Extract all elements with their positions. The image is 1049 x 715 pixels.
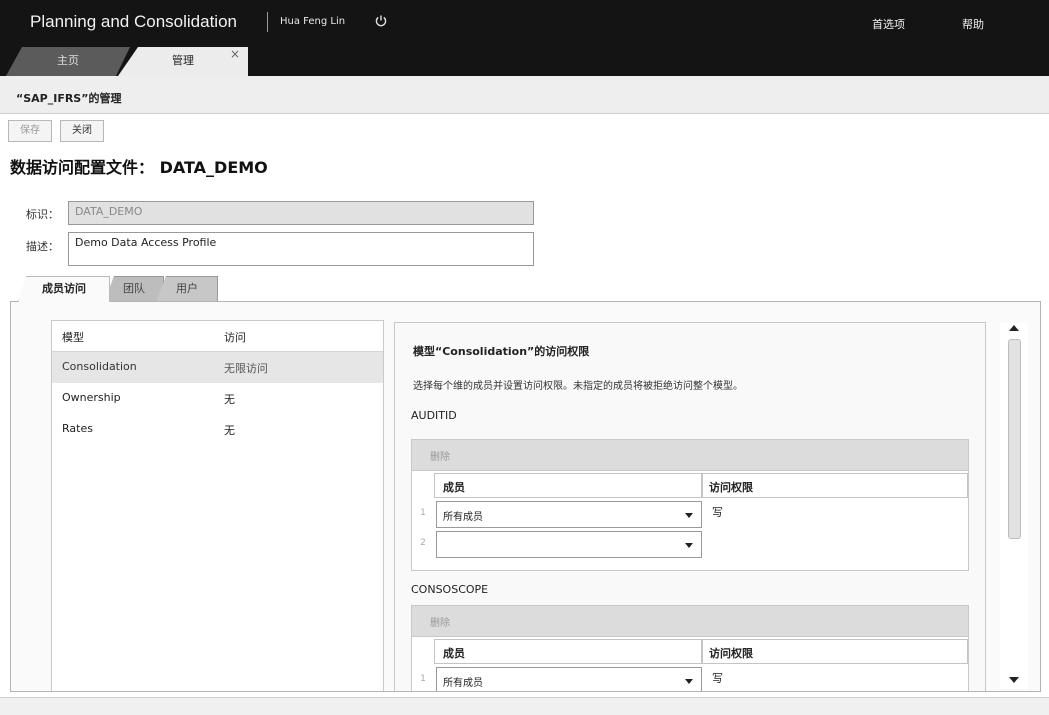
access-detail-panel: 模型“Consolidation”的访问权限 选择每个维的成员并设置访问权限。未…: [394, 322, 986, 691]
description-field[interactable]: Demo Data Access Profile: [68, 232, 534, 266]
delete-button[interactable]: 删除: [430, 614, 450, 629]
member-select-value: 所有成员: [443, 512, 483, 523]
model-table: 模型 访问 Consolidation 无限访问 Ownership 无 Rat…: [51, 320, 384, 691]
app-title: Planning and Consolidation: [30, 12, 237, 31]
preferences-link[interactable]: 首选项: [872, 16, 905, 32]
member-access-panel: 模型 访问 Consolidation 无限访问 Ownership 无 Rat…: [10, 301, 1041, 692]
user-name: Hua Feng Lin: [280, 16, 346, 27]
member-select[interactable]: 所有成员: [436, 667, 702, 691]
detail-title: 模型“Consolidation”的访问权限: [413, 345, 590, 358]
id-field: DATA_DEMO: [68, 201, 534, 225]
tab-user[interactable]: 用户: [156, 276, 218, 302]
member-column-label: 成员: [443, 647, 465, 660]
tab-home[interactable]: 主页: [6, 47, 130, 76]
chevron-down-icon: [685, 543, 693, 548]
model-table-header: 模型 访问: [52, 321, 383, 352]
access-column-header: 访问权限: [702, 473, 968, 498]
bottom-bar: [0, 697, 1049, 715]
dimension-grid: 删除 成员 访问权限 1 所有成员 写: [411, 605, 969, 691]
tab-team-label: 团队: [123, 282, 145, 295]
model-name: Consolidation: [62, 360, 137, 373]
delete-button[interactable]: 删除: [430, 448, 450, 463]
member-select[interactable]: 所有成员: [436, 501, 702, 528]
member-column-header: 成员: [434, 639, 702, 664]
access-permission-value: 写: [712, 506, 723, 519]
row-number: 2: [420, 538, 426, 548]
tab-member-access[interactable]: 成员访问: [18, 276, 110, 302]
tab-team[interactable]: 团队: [104, 276, 164, 302]
model-name: Ownership: [62, 391, 121, 404]
table-row[interactable]: Rates 无: [52, 414, 383, 445]
tab-admin-label: 管理: [172, 54, 194, 67]
page-title: 数据访问配置文件： DATA_DEMO: [10, 158, 268, 177]
member-column-header: 成员: [434, 473, 702, 498]
member-column-label: 成员: [443, 481, 465, 494]
model-name: Rates: [62, 422, 93, 435]
access-column-header: 访问权限: [702, 639, 968, 664]
title-separator: [267, 12, 268, 32]
table-row[interactable]: Consolidation 无限访问: [52, 352, 383, 383]
arrow-up-icon[interactable]: [1009, 325, 1019, 331]
member-select[interactable]: [436, 531, 702, 558]
chevron-down-icon: [685, 513, 693, 518]
access-permission-value: 写: [712, 672, 723, 685]
access-column-header: 访问: [224, 331, 246, 344]
tab-admin[interactable]: 管理: [118, 47, 248, 76]
sub-header: “SAP_IFRS”的管理: [0, 76, 1049, 114]
close-tab-icon[interactable]: ×: [230, 47, 240, 61]
row-number: 1: [420, 508, 426, 518]
detail-instruction: 选择每个维的成员并设置访问权限。未指定的成员将被拒绝访问整个模型。: [413, 381, 743, 392]
tab-user-label: 用户: [176, 282, 198, 295]
row-number: 1: [420, 674, 426, 684]
model-access: 无: [224, 424, 235, 437]
scroll-thumb[interactable]: [1008, 339, 1021, 539]
top-header: Planning and Consolidation Hua Feng Lin …: [0, 0, 1049, 76]
arrow-down-icon[interactable]: [1009, 677, 1019, 683]
breadcrumb: “SAP_IFRS”的管理: [16, 92, 122, 105]
tab-member-access-label: 成员访问: [42, 282, 86, 295]
dimension-label: CONSOSCOPE: [411, 583, 489, 596]
model-access: 无限访问: [224, 362, 268, 375]
tab-home-label: 主页: [57, 54, 79, 67]
access-column-label: 访问权限: [709, 647, 753, 660]
grid-toolbar: 删除: [412, 440, 968, 471]
access-column-label: 访问权限: [709, 481, 753, 494]
member-select-value: 所有成员: [443, 678, 483, 689]
help-link[interactable]: 帮助: [962, 16, 984, 32]
close-button[interactable]: 关闭: [60, 120, 104, 142]
dimension-grid: 删除 成员 访问权限 1 所有成员 写 2: [411, 439, 969, 571]
description-label: 描述：: [26, 240, 59, 253]
power-icon[interactable]: [374, 14, 388, 28]
model-column-header: 模型: [62, 331, 84, 344]
chevron-down-icon: [685, 679, 693, 684]
grid-toolbar: 删除: [412, 606, 968, 637]
save-button[interactable]: 保存: [8, 120, 52, 142]
vertical-scrollbar[interactable]: [1000, 323, 1028, 689]
dimension-label: AUDITID: [411, 409, 457, 422]
model-access: 无: [224, 393, 235, 406]
table-row[interactable]: Ownership 无: [52, 383, 383, 414]
id-label: 标识：: [26, 208, 59, 221]
